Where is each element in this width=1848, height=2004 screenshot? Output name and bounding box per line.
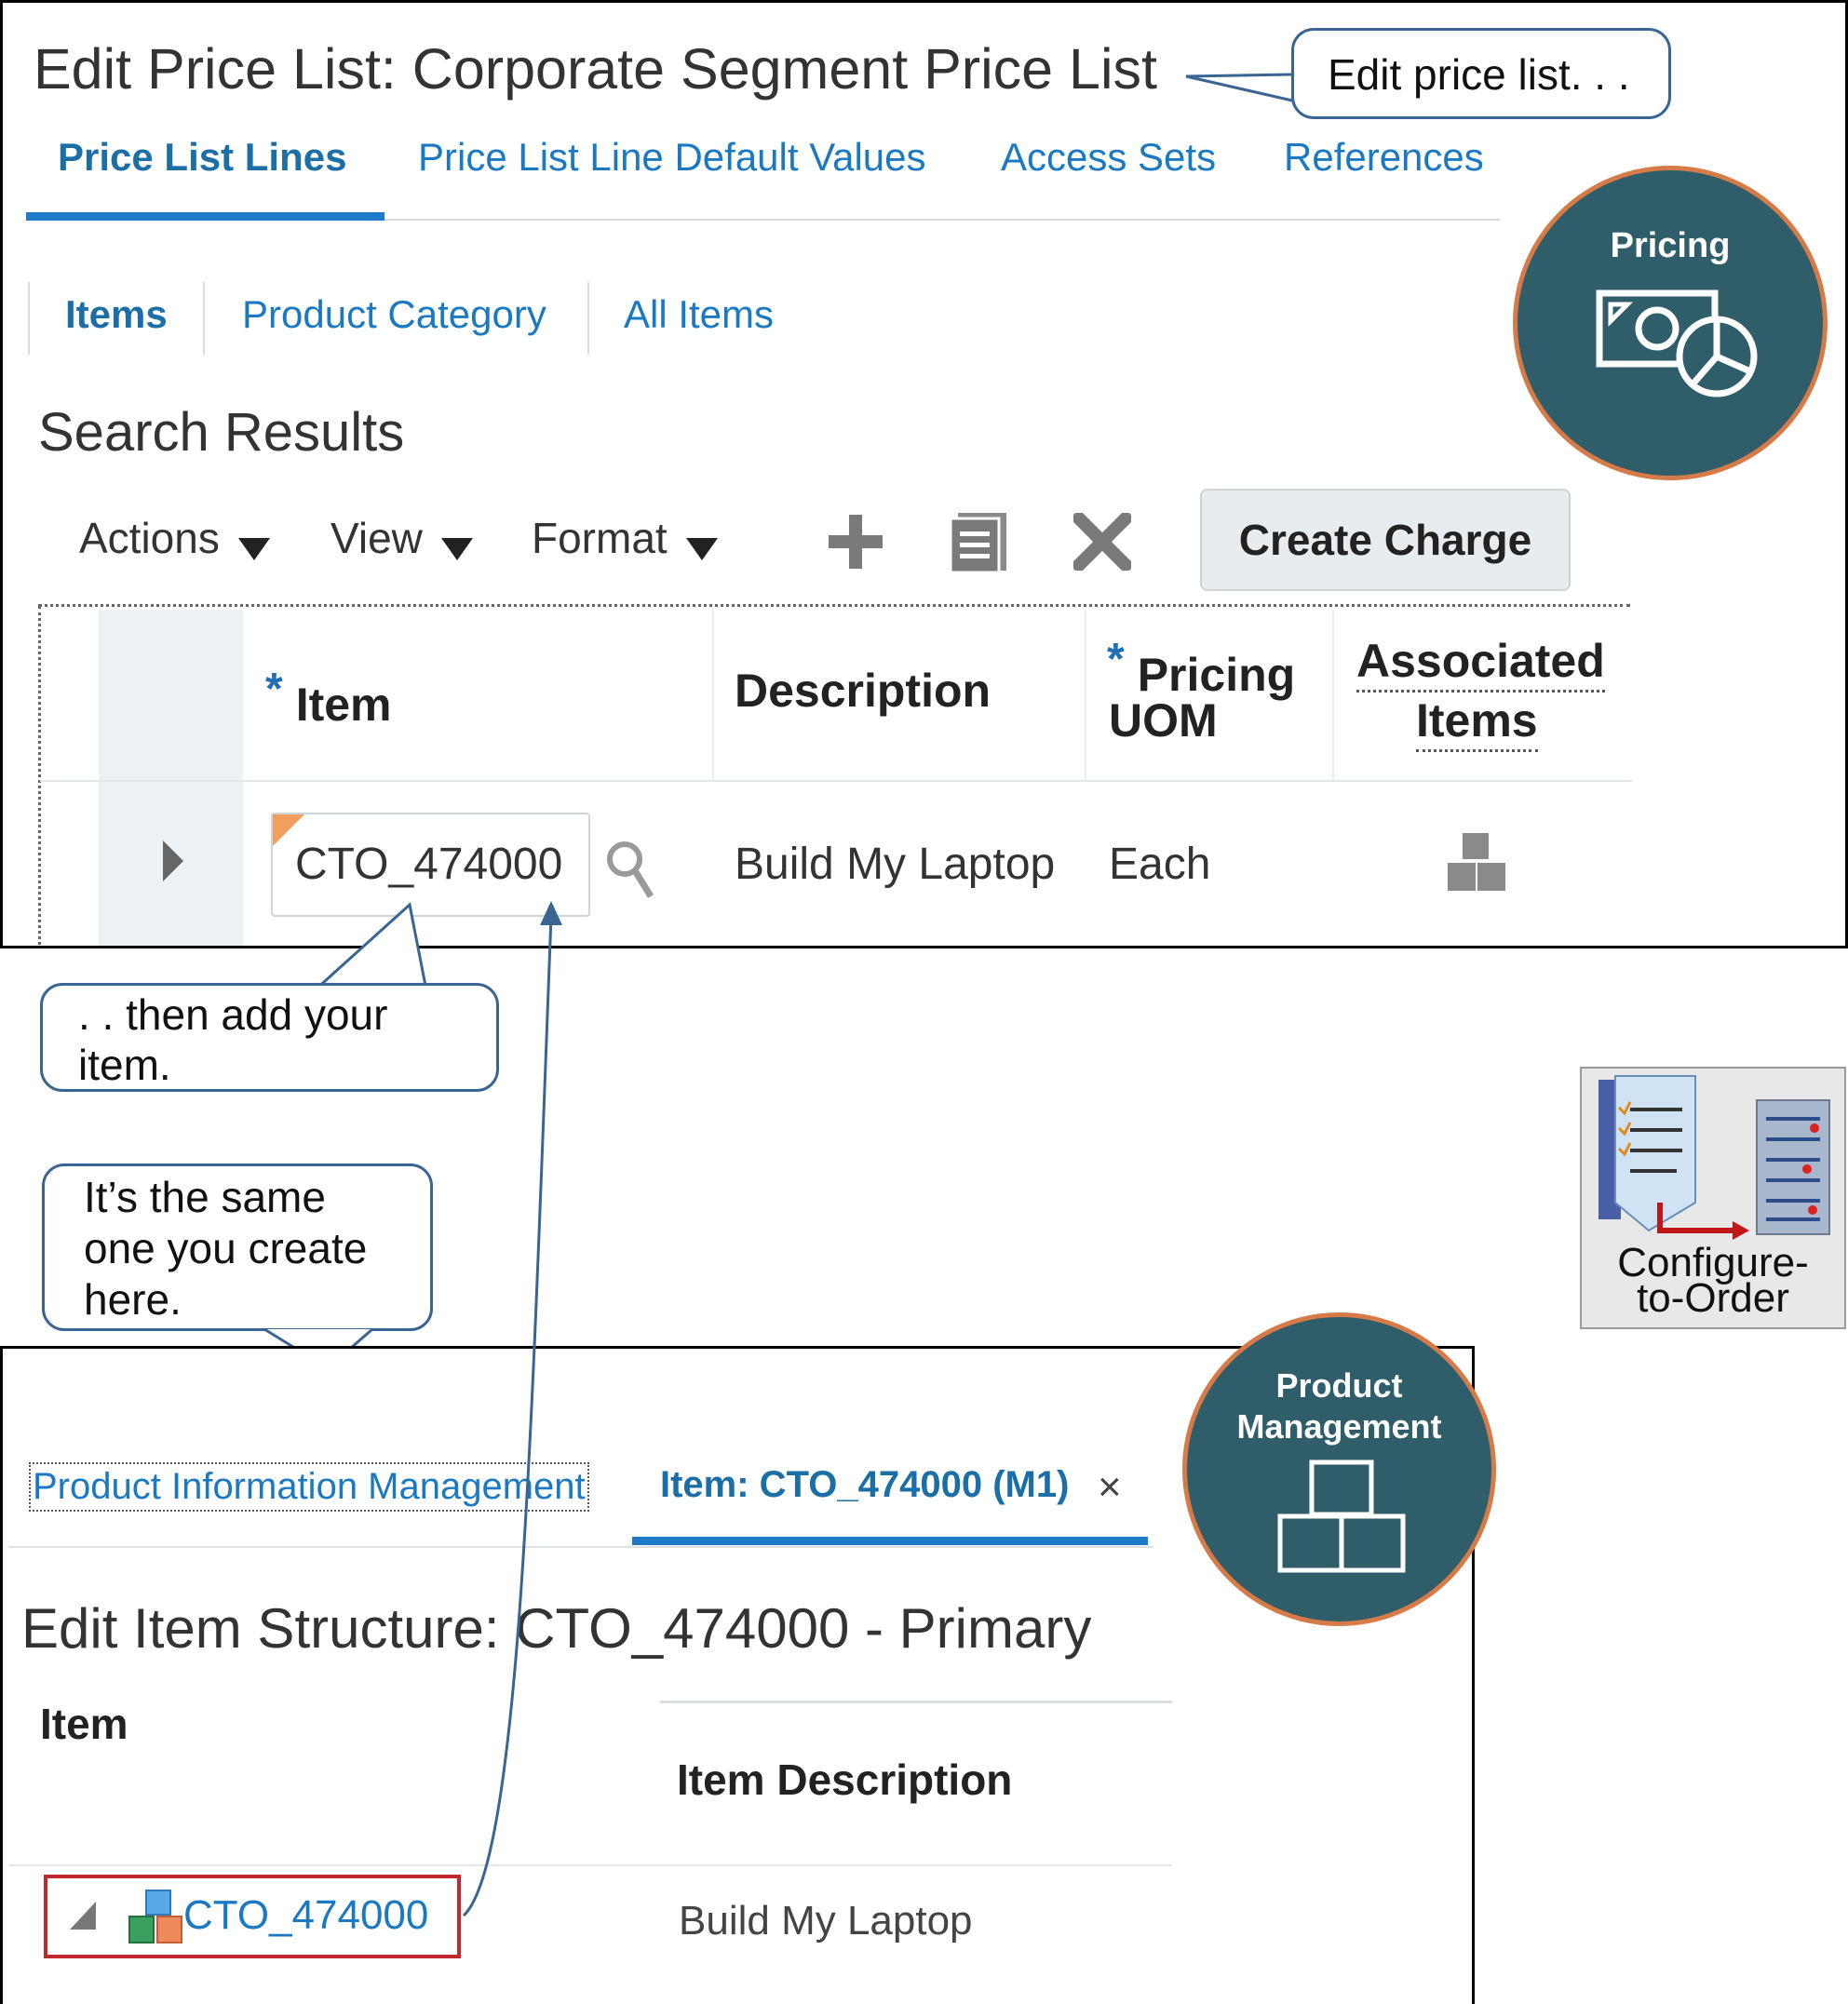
configure-to-order-label-2: to-Order xyxy=(1637,1275,1789,1321)
column-header-associated-items[interactable]: Associated xyxy=(1356,634,1605,693)
chevron-down-icon xyxy=(440,538,473,560)
search-icon[interactable] xyxy=(606,839,654,900)
product-management-badge-label: Product Management xyxy=(1187,1365,1491,1447)
configure-to-order-icon: Configure- to-Order xyxy=(1580,1067,1846,1329)
collapse-triangle-icon[interactable] xyxy=(68,1900,98,1931)
column-header-description[interactable]: Description xyxy=(735,664,991,718)
callout-same-item: It’s the same one you create here. xyxy=(42,1163,433,1331)
subtab-product-category[interactable]: Product Category xyxy=(242,292,546,337)
associated-items-icon[interactable] xyxy=(1446,831,1507,893)
column-divider xyxy=(1332,610,1334,782)
callout-add-item-line2: item. xyxy=(78,1041,171,1089)
format-menu[interactable]: Format xyxy=(532,513,718,563)
page-title: Edit Item Structure: CTO_474000 - Primar… xyxy=(21,1597,1092,1660)
pricing-badge-label: Pricing xyxy=(1610,226,1731,265)
callout-edit-price-list-text: Edit price list. . . xyxy=(1328,50,1630,99)
tab-item-cto[interactable]: Item: CTO_474000 (M1) xyxy=(660,1464,1069,1506)
column-header-item-description[interactable]: Item Description xyxy=(677,1755,1012,1805)
subtab-divider xyxy=(203,282,205,355)
duplicate-icon[interactable] xyxy=(949,511,1008,574)
tab-references[interactable]: References xyxy=(1284,135,1484,180)
row-header-gutter xyxy=(99,610,243,946)
column-divider xyxy=(712,610,714,782)
tab-selected-indicator xyxy=(632,1537,1148,1545)
column-header-uom-label: UOM xyxy=(1109,694,1218,746)
tab-selected-indicator xyxy=(26,212,384,221)
chevron-down-icon xyxy=(237,538,270,560)
actions-menu[interactable]: Actions xyxy=(79,513,270,563)
table-left-border xyxy=(38,606,41,946)
product-management-badge-line1: Product xyxy=(1275,1366,1403,1405)
product-management-badge: Product Management xyxy=(1182,1312,1496,1626)
tab-price-list-lines[interactable]: Price List Lines xyxy=(58,135,346,180)
subtab-items[interactable]: Items xyxy=(65,292,168,337)
close-icon[interactable]: × xyxy=(1098,1464,1122,1511)
column-header-item[interactable]: Item xyxy=(40,1699,128,1749)
actions-label: Actions xyxy=(79,514,220,562)
subtab-divider xyxy=(28,282,30,355)
subtab-divider xyxy=(587,282,589,355)
header-row-divider xyxy=(40,780,1632,782)
callout-pointer xyxy=(1185,73,1293,102)
money-chart-icon xyxy=(1596,289,1758,397)
table-top-border xyxy=(38,604,1630,607)
column-header-item-label: Item xyxy=(295,679,392,731)
row-description: Build My Laptop xyxy=(735,840,1056,889)
callout-same-item-line1: It’s the same xyxy=(84,1173,326,1221)
item-input-value: CTO_474000 xyxy=(295,840,563,889)
required-asterisk: * xyxy=(1107,635,1125,684)
tab-underline xyxy=(8,1546,1153,1548)
row-item-description: Build My Laptop xyxy=(679,1898,973,1943)
item-link-cto[interactable]: CTO_474000 xyxy=(183,1892,428,1939)
product-management-badge-line2: Management xyxy=(1236,1407,1442,1446)
chevron-down-icon xyxy=(685,538,718,560)
callout-add-item: . . then add your item. xyxy=(40,983,499,1092)
callout-pointer xyxy=(313,902,428,992)
column-header-associated-items-line2: Items xyxy=(1416,693,1538,752)
item-structure-icon xyxy=(128,1890,182,1943)
add-icon[interactable] xyxy=(827,513,884,571)
column-header-divider xyxy=(660,1701,1172,1703)
tab-price-list-line-default-values[interactable]: Price List Line Default Values xyxy=(418,135,926,180)
tab-access-sets[interactable]: Access Sets xyxy=(1001,135,1216,180)
expand-row-icon[interactable] xyxy=(161,839,185,883)
subtab-all-items[interactable]: All Items xyxy=(624,292,774,337)
header-row-divider xyxy=(8,1864,1172,1866)
format-label: Format xyxy=(532,514,668,562)
column-header-pricing-uom[interactable]: * Pricing xyxy=(1107,634,1295,702)
callout-same-item-line2: one you create xyxy=(84,1224,368,1272)
column-header-item[interactable]: * Item xyxy=(265,664,392,732)
column-divider xyxy=(1085,610,1086,782)
pricing-badge: Pricing xyxy=(1513,166,1828,480)
callout-same-item-line3: here. xyxy=(84,1275,182,1324)
boxes-icon xyxy=(1277,1459,1406,1573)
view-menu[interactable]: View xyxy=(330,513,473,563)
tab-product-information-management[interactable]: Product Information Management xyxy=(29,1462,589,1512)
price-list-panel: Edit Price List: Corporate Segment Price… xyxy=(0,0,1848,948)
row-pricing-uom: Each xyxy=(1109,840,1211,889)
required-asterisk: * xyxy=(265,665,283,714)
view-label: View xyxy=(330,514,423,562)
page-title: Edit Price List: Corporate Segment Price… xyxy=(34,37,1157,101)
search-results-heading: Search Results xyxy=(38,402,405,463)
callout-edit-price-list: Edit price list. . . xyxy=(1291,28,1671,119)
create-charge-button[interactable]: Create Charge xyxy=(1200,489,1571,591)
delete-icon[interactable] xyxy=(1073,513,1131,571)
document-flow-icon xyxy=(1598,1075,1830,1240)
callout-add-item-line1: . . then add your xyxy=(78,990,388,1039)
